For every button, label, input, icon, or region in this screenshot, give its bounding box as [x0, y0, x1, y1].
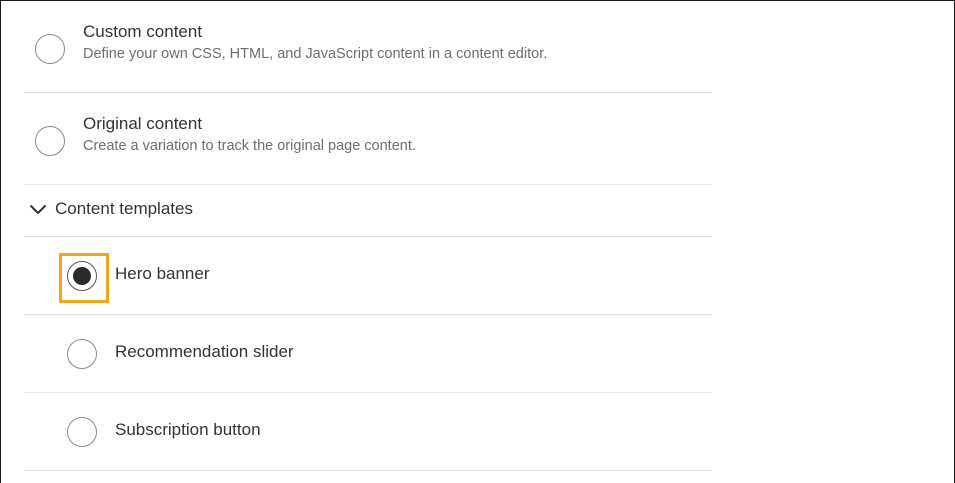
option-description: Define your own CSS, HTML, and JavaScrip… [83, 46, 548, 62]
option-original-content-text: Original content Create a variation to t… [83, 114, 416, 156]
radio-recommendation-slider[interactable] [67, 339, 97, 369]
content-templates-toggle[interactable]: Content templates [24, 185, 712, 237]
radio-hero-banner[interactable] [67, 261, 97, 291]
radio-original-content[interactable] [35, 126, 65, 156]
option-custom-content[interactable]: Custom content Define your own CSS, HTML… [24, 1, 712, 93]
content-templates-label: Content templates [55, 199, 193, 218]
template-subscription-button[interactable]: Subscription button [24, 393, 712, 471]
radio-custom-content[interactable] [35, 34, 65, 64]
content-type-panel-frame: Custom content Define your own CSS, HTML… [0, 0, 955, 483]
radio-selected-dot [73, 267, 91, 285]
template-label: Hero banner [115, 264, 210, 283]
template-label: Subscription button [115, 420, 261, 439]
option-original-content[interactable]: Original content Create a variation to t… [24, 93, 712, 185]
template-hero-banner[interactable]: Hero banner [24, 237, 712, 315]
option-custom-content-text: Custom content Define your own CSS, HTML… [83, 22, 547, 64]
option-description: Create a variation to track the original… [83, 138, 416, 154]
template-recommendation-slider[interactable]: Recommendation slider [24, 315, 712, 393]
option-title: Original content [83, 114, 203, 133]
content-type-list: Custom content Define your own CSS, HTML… [24, 1, 712, 471]
option-title: Custom content [83, 22, 203, 41]
radio-subscription-button[interactable] [67, 417, 97, 447]
template-label: Recommendation slider [115, 342, 294, 361]
chevron-down-icon [30, 205, 46, 214]
